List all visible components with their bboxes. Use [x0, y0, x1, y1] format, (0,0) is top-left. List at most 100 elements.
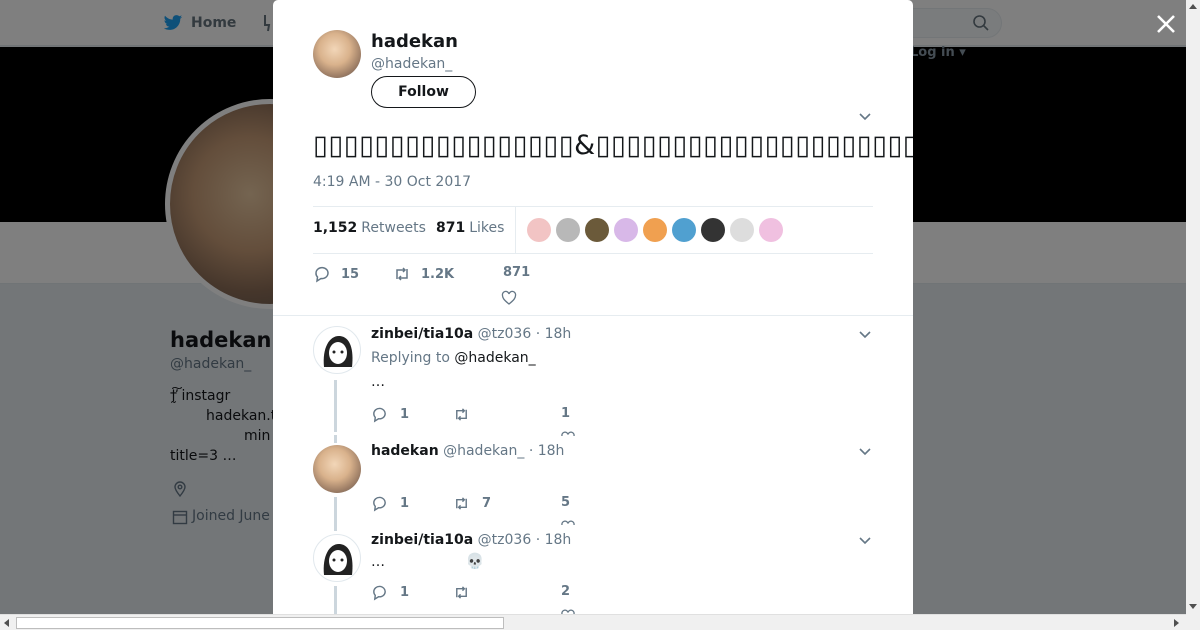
- like-count: 1: [561, 406, 571, 421]
- reply-avatar[interactable]: [313, 326, 361, 374]
- scroll-right-arrow[interactable]: [1174, 619, 1179, 627]
- author-avatar[interactable]: [313, 30, 361, 78]
- reply-count: 15: [341, 266, 360, 282]
- reply-author-name[interactable]: zinbei/tia10a: [371, 532, 473, 548]
- heart-icon[interactable]: [501, 290, 517, 306]
- reply-author-handle[interactable]: @hadekan_: [443, 443, 524, 459]
- likes-label: Likes: [469, 220, 505, 236]
- author-handle[interactable]: @hadekan_: [371, 56, 452, 72]
- reply-actions: 1 7 5: [371, 495, 671, 525]
- reply-actions: 1 1: [371, 406, 671, 436]
- reply-header: hadekan @hadekan_ · 18h: [371, 443, 564, 459]
- like-button[interactable]: 5: [561, 495, 570, 510]
- liker-avatar[interactable]: [527, 218, 551, 242]
- retweet-button[interactable]: 1.2K: [393, 265, 454, 283]
- like-count-label[interactable]: 871: [503, 265, 530, 280]
- girl-drawing-icon: [323, 543, 353, 575]
- retweets-label: Retweets: [361, 220, 426, 236]
- replying-label: Replying to: [371, 350, 450, 366]
- thread-line: [334, 497, 337, 531]
- reply-author-name[interactable]: zinbei/tia10a: [371, 326, 473, 342]
- retweet-button[interactable]: 7: [453, 495, 491, 512]
- close-icon[interactable]: [1154, 12, 1178, 36]
- liker-avatar[interactable]: [585, 218, 609, 242]
- tweet-actions: 15 1.2K 871: [313, 262, 873, 305]
- liker-avatar[interactable]: [672, 218, 696, 242]
- reply-text: …: [371, 374, 385, 390]
- like-button[interactable]: 2: [561, 584, 570, 599]
- reply-count: 1: [400, 407, 410, 422]
- like-count: 871: [503, 265, 531, 280]
- heart-icon[interactable]: [561, 430, 575, 436]
- reply-author-handle[interactable]: @tz036: [478, 532, 532, 548]
- chevron-down-icon[interactable]: [858, 330, 872, 340]
- reply-icon: [373, 496, 386, 512]
- tweet-divider: [273, 315, 913, 316]
- tweet-text: ▯▯▯▯▯▯▯▯▯▯▯▯▯▯▯▯▯&▯▯▯▯▯▯▯▯▯▯▯▯▯▯▯▯▯▯▯▯▯▯…: [313, 130, 913, 161]
- reply-actions: 1 2: [371, 584, 671, 614]
- thread-line: [334, 380, 337, 432]
- chevron-down-icon[interactable]: [858, 536, 872, 546]
- like-count: 2: [561, 584, 571, 599]
- stats-divider: [515, 207, 516, 253]
- reply-header: zinbei/tia10a @tz036 · 18h: [371, 532, 571, 548]
- scrollbar-thumb[interactable]: [16, 617, 504, 629]
- replying-to: Replying to @hadekan_: [371, 350, 536, 366]
- likes-stat[interactable]: 871 Likes: [436, 220, 504, 236]
- liker-avatar[interactable]: [701, 218, 725, 242]
- liker-avatar[interactable]: [730, 218, 754, 242]
- reply-icon: [315, 266, 329, 283]
- retweet-button[interactable]: [453, 584, 482, 601]
- retweet-icon: [456, 408, 467, 421]
- retweets-count: 1,152: [313, 220, 358, 236]
- retweet-icon: [396, 267, 408, 281]
- retweets-stat[interactable]: 1,152 Retweets: [313, 220, 426, 236]
- reply-author-name[interactable]: hadekan: [371, 443, 439, 459]
- like-count: 5: [561, 495, 571, 510]
- reply-icon: [373, 585, 386, 601]
- author-name[interactable]: hadekan: [371, 31, 458, 52]
- scroll-up-arrow[interactable]: [1189, 4, 1197, 9]
- reply-avatar[interactable]: [313, 445, 361, 493]
- reply-header: zinbei/tia10a @tz036 · 18h: [371, 326, 571, 342]
- girl-drawing-icon: [323, 335, 353, 367]
- liker-avatar[interactable]: [759, 218, 783, 242]
- reply-time[interactable]: · 18h: [529, 443, 565, 459]
- tweet-timestamp[interactable]: 4:19 AM - 30 Oct 2017: [313, 174, 471, 190]
- heart-icon[interactable]: [561, 519, 575, 525]
- horizontal-scrollbar[interactable]: [0, 614, 1186, 630]
- retweet-count: 7: [482, 496, 492, 511]
- likes-count: 871: [436, 220, 466, 236]
- reply-text: … 💀: [371, 552, 484, 570]
- retweet-icon: [456, 497, 467, 510]
- like-button[interactable]: 1: [561, 406, 570, 421]
- reply-button[interactable]: 15: [313, 265, 359, 283]
- reply-time[interactable]: · 18h: [536, 532, 572, 548]
- reply-count: 1: [400, 496, 410, 511]
- chevron-down-icon[interactable]: [858, 112, 872, 122]
- reply-count: 1: [400, 585, 410, 600]
- reply-avatar[interactable]: [313, 534, 361, 582]
- reply-icon: [373, 407, 386, 423]
- retweet-button[interactable]: [453, 406, 482, 423]
- thread-line: [334, 435, 337, 443]
- reply-button[interactable]: 1: [371, 584, 409, 601]
- thread-line: [334, 586, 337, 614]
- scroll-left-arrow[interactable]: [4, 619, 9, 627]
- reply-time[interactable]: · 18h: [536, 326, 572, 342]
- scroll-down-arrow[interactable]: [1189, 604, 1197, 609]
- chevron-down-icon[interactable]: [858, 447, 872, 457]
- retweet-count: 1.2K: [421, 266, 455, 282]
- liker-avatar[interactable]: [643, 218, 667, 242]
- vertical-scrollbar[interactable]: [1186, 0, 1200, 614]
- follow-button[interactable]: Follow: [371, 76, 476, 108]
- reply-button[interactable]: 1: [371, 495, 409, 512]
- liker-avatar[interactable]: [614, 218, 638, 242]
- tweet-permalink-modal: hadekan @hadekan_ Follow ▯▯▯▯▯▯▯▯▯▯▯▯▯▯▯…: [273, 0, 913, 614]
- tweet-stats: 1,152 Retweets 871 Likes: [313, 206, 873, 254]
- liker-avatar[interactable]: [556, 218, 580, 242]
- reply-button[interactable]: 1: [371, 406, 409, 423]
- reply-author-handle[interactable]: @tz036: [478, 326, 532, 342]
- scrollbar-corner: [1186, 614, 1200, 630]
- replying-to-handle[interactable]: @hadekan_: [454, 350, 535, 366]
